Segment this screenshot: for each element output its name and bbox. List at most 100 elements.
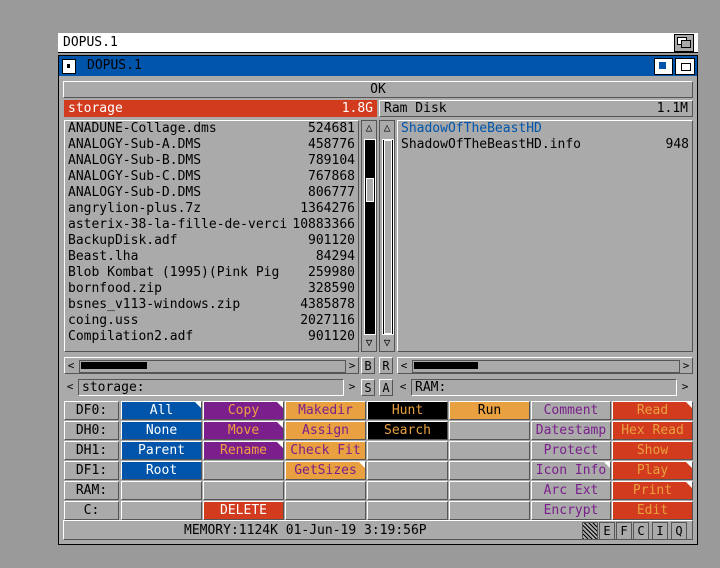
empty-button[interactable] [203,461,284,480]
drive-button-df1[interactable]: DF1: [64,461,119,480]
left-file-list[interactable]: ANADUNE-Collage.dms 524681 ANALOGY-Sub-A.… [64,120,359,352]
empty-button[interactable] [449,481,530,500]
empty-button[interactable] [285,481,366,500]
none-button[interactable]: None [121,421,202,440]
right-scroll-track[interactable] [382,139,394,335]
assign-button[interactable]: Assign [285,421,366,440]
screen-depth-icon[interactable] [674,34,694,52]
empty-button[interactable] [449,501,530,520]
check-fit-button[interactable]: Check Fit [285,441,366,460]
left-scroll-knob[interactable] [366,178,374,202]
ok-button[interactable]: OK [63,81,693,98]
search-button[interactable]: Search [367,421,448,440]
encrypt-button[interactable]: Encrypt [531,501,611,520]
empty-button[interactable] [367,501,448,520]
left-path-forward-icon[interactable]: > [346,379,358,396]
read-button[interactable]: Read [612,401,693,420]
right-hscroll-track[interactable] [412,360,680,373]
all-select-button[interactable]: A [379,379,393,396]
print-button[interactable]: Print [612,481,693,500]
parent-button[interactable]: Parent [121,441,202,460]
drive-button-dh0[interactable]: DH0: [64,421,119,440]
file-row[interactable]: asterix-38-la-fille-de-verci 10883366 [65,217,358,233]
root-button[interactable]: Root [121,461,202,480]
empty-button[interactable] [203,481,284,500]
drive-button-dh1[interactable]: DH1: [64,441,119,460]
hex-read-button[interactable]: Hex Read [612,421,693,440]
status-button-c[interactable]: C [633,522,649,540]
copy-button[interactable]: Copy [203,401,284,420]
file-row[interactable]: BackupDisk.adf 901120 [65,233,358,249]
left-path-header[interactable]: storage 1.8G [64,100,377,117]
rename-button[interactable]: Rename [203,441,284,460]
scroll-left-icon[interactable]: < [398,358,410,373]
empty-button[interactable] [449,421,530,440]
drive-button-c[interactable]: C: [64,501,119,520]
scroll-right-icon[interactable]: > [346,358,358,373]
right-scroll-knob[interactable] [384,140,392,334]
status-button-q[interactable]: Q [671,522,687,540]
right-path-field[interactable]: RAM: [411,379,677,396]
file-row[interactable]: ANALOGY-Sub-B.DMS 789104 [65,153,358,169]
empty-button[interactable] [121,481,202,500]
edit-button[interactable]: Edit [612,501,693,520]
zoom-icon[interactable] [654,58,673,75]
right-horizontal-scrollbar[interactable]: < > [397,357,693,374]
file-row[interactable]: bsnes_v113-windows.zip 4385878 [65,297,358,313]
file-row[interactable]: bornfood.zip 328590 [65,281,358,297]
left-vertical-scrollbar[interactable]: △ ▽ [361,120,377,352]
scroll-down-icon[interactable]: ▽ [362,336,376,351]
run-button[interactable]: Run [449,401,530,420]
drive-button-ram[interactable]: RAM: [64,481,119,500]
hunt-button[interactable]: Hunt [367,401,448,420]
screen-title-bar[interactable]: DOPUS.1 [58,33,698,53]
left-scroll-track[interactable] [364,139,376,335]
right-path-header[interactable]: Ram Disk 1.1M [379,100,693,117]
file-row[interactable]: ShadowOfTheBeastHD.info 948 [398,137,692,153]
right-vertical-scrollbar[interactable]: △ ▽ [379,120,395,352]
empty-button[interactable] [367,441,448,460]
file-row[interactable]: coing.uss 2027116 [65,313,358,329]
empty-button[interactable] [449,461,530,480]
scroll-right-icon[interactable]: > [680,358,692,373]
status-button-e[interactable]: E [599,522,615,540]
file-row[interactable]: ANALOGY-Sub-C.DMS 767868 [65,169,358,185]
right-path-back-icon[interactable]: < [397,379,409,396]
file-row[interactable]: ShadowOfTheBeastHD [398,121,692,137]
delete-button[interactable]: DELETE [203,501,284,520]
right-file-list[interactable]: ShadowOfTheBeastHD ShadowOfTheBeastHD.in… [397,120,693,352]
iconify-icon[interactable] [582,522,598,540]
file-row[interactable]: Blob Kombat (1995)(Pink Pig 259980 [65,265,358,281]
empty-button[interactable] [367,461,448,480]
reread-button[interactable]: R [379,357,393,374]
buffer-button[interactable]: B [361,357,375,374]
drive-button-df0[interactable]: DF0: [64,401,119,420]
protect-button[interactable]: Protect [531,441,611,460]
select-button[interactable]: S [361,379,375,396]
arc-ext-button[interactable]: Arc Ext [531,481,611,500]
left-hscroll-knob[interactable] [81,362,147,369]
empty-button[interactable] [449,441,530,460]
empty-button[interactable] [121,501,202,520]
left-hscroll-track[interactable] [79,360,346,373]
left-horizontal-scrollbar[interactable]: < > [64,357,359,374]
file-row[interactable]: angrylion-plus.7z 1364276 [65,201,358,217]
file-row[interactable]: Compilation2.adf 901120 [65,329,358,345]
right-path-forward-icon[interactable]: > [679,379,691,396]
show-button[interactable]: Show [612,441,693,460]
file-row[interactable]: ANALOGY-Sub-A.DMS 458776 [65,137,358,153]
scroll-left-icon[interactable]: < [65,358,77,373]
file-row[interactable]: Beast.lha 84294 [65,249,358,265]
left-path-back-icon[interactable]: < [64,379,76,396]
icon-info-button[interactable]: Icon Info [531,461,611,480]
empty-button[interactable] [367,481,448,500]
status-button-i[interactable]: I [652,522,668,540]
comment-button[interactable]: Comment [531,401,611,420]
getsizes-button[interactable]: GetSizes [285,461,366,480]
status-button-f[interactable]: F [616,522,632,540]
all-button[interactable]: All [121,401,202,420]
right-hscroll-knob[interactable] [414,362,478,369]
scroll-down-icon[interactable]: ▽ [380,336,394,351]
empty-button[interactable] [285,501,366,520]
datestamp-button[interactable]: Datestamp [531,421,611,440]
